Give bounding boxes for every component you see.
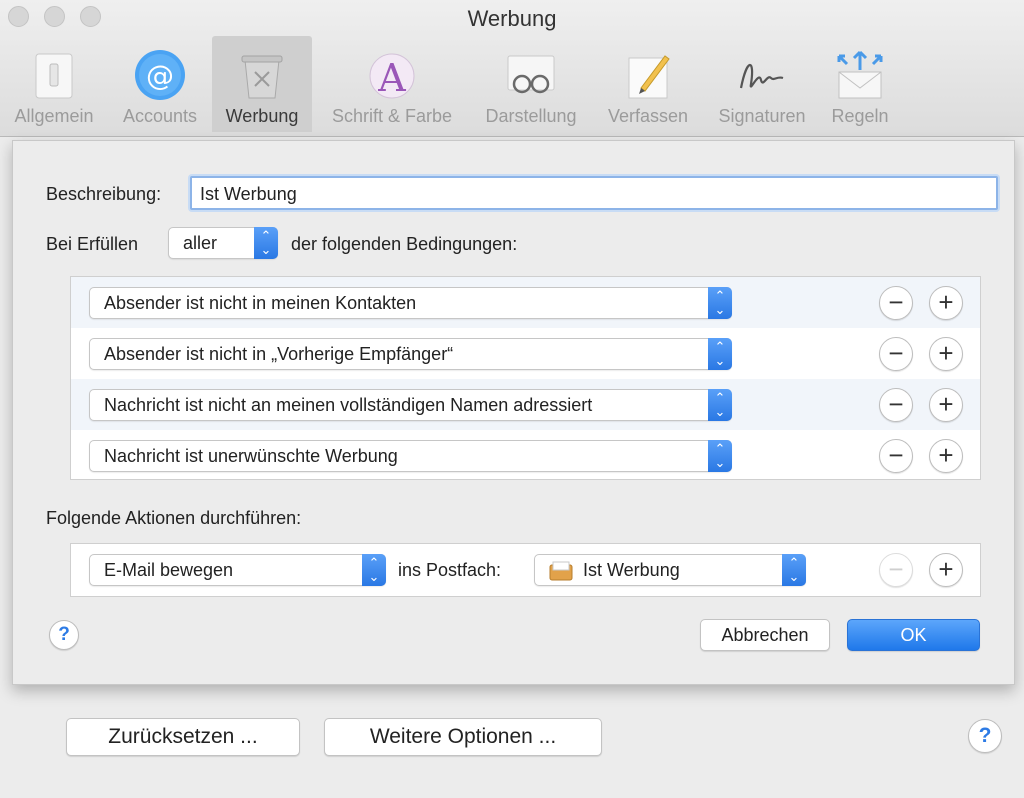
- reset-button[interactable]: Zurücksetzen ...: [66, 718, 300, 756]
- chevron-updown-icon: ⌃ ⌄: [362, 554, 386, 586]
- signature-icon: [739, 63, 784, 89]
- rules-envelope-icon: [837, 50, 883, 99]
- glasses-icon: [507, 55, 555, 94]
- chevron-updown-icon: ⌃ ⌄: [782, 554, 806, 586]
- match-prefix-label: Bei Erfüllen: [46, 234, 139, 254]
- tab-label: Werbung: [225, 106, 299, 126]
- action-verb: E-Mail bewegen: [104, 560, 234, 580]
- condition-popup[interactable]: Absender ist nicht in meinen Kontakten ⌃…: [89, 287, 732, 319]
- add-condition-button[interactable]: +: [929, 286, 963, 320]
- condition-text: Absender ist nicht in meinen Kontakten: [104, 293, 417, 313]
- at-icon: @: [135, 50, 185, 100]
- remove-condition-button[interactable]: −: [879, 337, 913, 371]
- footer-help-button[interactable]: ?: [968, 719, 1002, 753]
- conditions-list: Absender ist nicht in meinen Kontakten ⌃…: [70, 276, 981, 480]
- tab-darstellung[interactable]: Darstellung: [472, 36, 590, 132]
- rule-edit-sheet: Beschreibung: Ist Werbung Bei Erfüllen a…: [12, 140, 1015, 685]
- match-mode-popup[interactable]: aller ⌃ ⌄: [168, 227, 278, 259]
- mailbox-folder-icon: [549, 561, 573, 581]
- tab-label: Verfassen: [607, 106, 689, 126]
- condition-text: Nachricht ist nicht an meinen vollständi…: [104, 395, 593, 415]
- condition-row: Nachricht ist unerwünschte Werbung ⌃ ⌄ − …: [71, 430, 980, 481]
- actions-label: Folgende Aktionen durchführen:: [46, 508, 302, 528]
- condition-text: Absender ist nicht in „Vorherige Empfäng…: [104, 344, 454, 364]
- condition-popup[interactable]: Nachricht ist unerwünschte Werbung ⌃ ⌄: [89, 440, 732, 472]
- chevron-updown-icon: ⌃ ⌄: [708, 287, 732, 319]
- chevron-updown-icon: ⌃ ⌄: [708, 389, 732, 421]
- condition-popup[interactable]: Absender ist nicht in „Vorherige Empfäng…: [89, 338, 732, 370]
- tab-werbung[interactable]: Werbung: [212, 36, 312, 132]
- chevron-updown-icon: ⌃ ⌄: [708, 338, 732, 370]
- window-toolbar: Werbung Allgemein @ Accounts Werbung A S…: [0, 0, 1024, 137]
- more-options-button[interactable]: Weitere Optionen ...: [324, 718, 602, 756]
- tab-label: Darstellung: [485, 106, 577, 126]
- match-mode-value: aller: [183, 233, 218, 253]
- condition-text: Nachricht ist unerwünschte Werbung: [104, 446, 398, 466]
- condition-popup[interactable]: Nachricht ist nicht an meinen vollständi…: [89, 389, 732, 421]
- add-condition-button[interactable]: +: [929, 439, 963, 473]
- chevron-updown-icon: ⌃ ⌄: [708, 440, 732, 472]
- pencil-icon: [628, 55, 670, 99]
- font-color-icon: A: [369, 53, 415, 100]
- window-title: Werbung: [467, 6, 557, 31]
- tab-label: Schrift & Farbe: [331, 106, 453, 126]
- tab-verfassen[interactable]: Verfassen: [596, 36, 700, 132]
- remove-condition-button[interactable]: −: [879, 286, 913, 320]
- mailbox-name: Ist Werbung: [583, 560, 680, 580]
- tab-schrift-farbe[interactable]: A Schrift & Farbe: [316, 36, 468, 132]
- tab-signaturen[interactable]: Signaturen: [706, 36, 818, 132]
- add-condition-button[interactable]: +: [929, 388, 963, 422]
- tab-label: Allgemein: [14, 106, 94, 126]
- add-action-button[interactable]: +: [929, 553, 963, 587]
- tab-accounts[interactable]: @ Accounts: [110, 36, 210, 132]
- condition-row: Absender ist nicht in „Vorherige Empfäng…: [71, 328, 980, 379]
- ok-button[interactable]: OK: [847, 619, 980, 651]
- match-suffix-label: der folgenden Bedingungen:: [291, 234, 518, 254]
- mailbox-connector-label: ins Postfach:: [398, 560, 502, 580]
- tab-label: Accounts: [122, 106, 198, 126]
- switch-icon: [35, 53, 73, 99]
- tab-regeln[interactable]: Regeln: [822, 36, 898, 132]
- tab-label: Signaturen: [718, 106, 806, 126]
- tab-allgemein[interactable]: Allgemein: [2, 36, 106, 132]
- svg-text:@: @: [146, 59, 174, 92]
- add-condition-button[interactable]: +: [929, 337, 963, 371]
- sheet-help-button[interactable]: ?: [49, 620, 79, 650]
- condition-row: Absender ist nicht in meinen Kontakten ⌃…: [71, 277, 980, 328]
- action-popup[interactable]: E-Mail bewegen ⌃ ⌄: [89, 554, 386, 586]
- condition-row: Nachricht ist nicht an meinen vollständi…: [71, 379, 980, 430]
- trash-junk-icon: [241, 55, 283, 99]
- description-field[interactable]: Ist Werbung: [190, 176, 998, 210]
- svg-text:A: A: [377, 56, 406, 100]
- chevron-updown-icon: ⌃ ⌄: [254, 227, 278, 259]
- remove-condition-button[interactable]: −: [879, 439, 913, 473]
- mailbox-popup[interactable]: Ist Werbung ⌃ ⌄: [534, 554, 806, 586]
- remove-action-button[interactable]: −: [879, 553, 913, 587]
- tab-label: Regeln: [831, 106, 889, 126]
- actions-list: E-Mail bewegen ⌃ ⌄ ins Postfach: Ist Werb…: [70, 543, 981, 597]
- remove-condition-button[interactable]: −: [879, 388, 913, 422]
- cancel-button[interactable]: Abbrechen: [700, 619, 830, 651]
- description-label: Beschreibung:: [46, 184, 162, 204]
